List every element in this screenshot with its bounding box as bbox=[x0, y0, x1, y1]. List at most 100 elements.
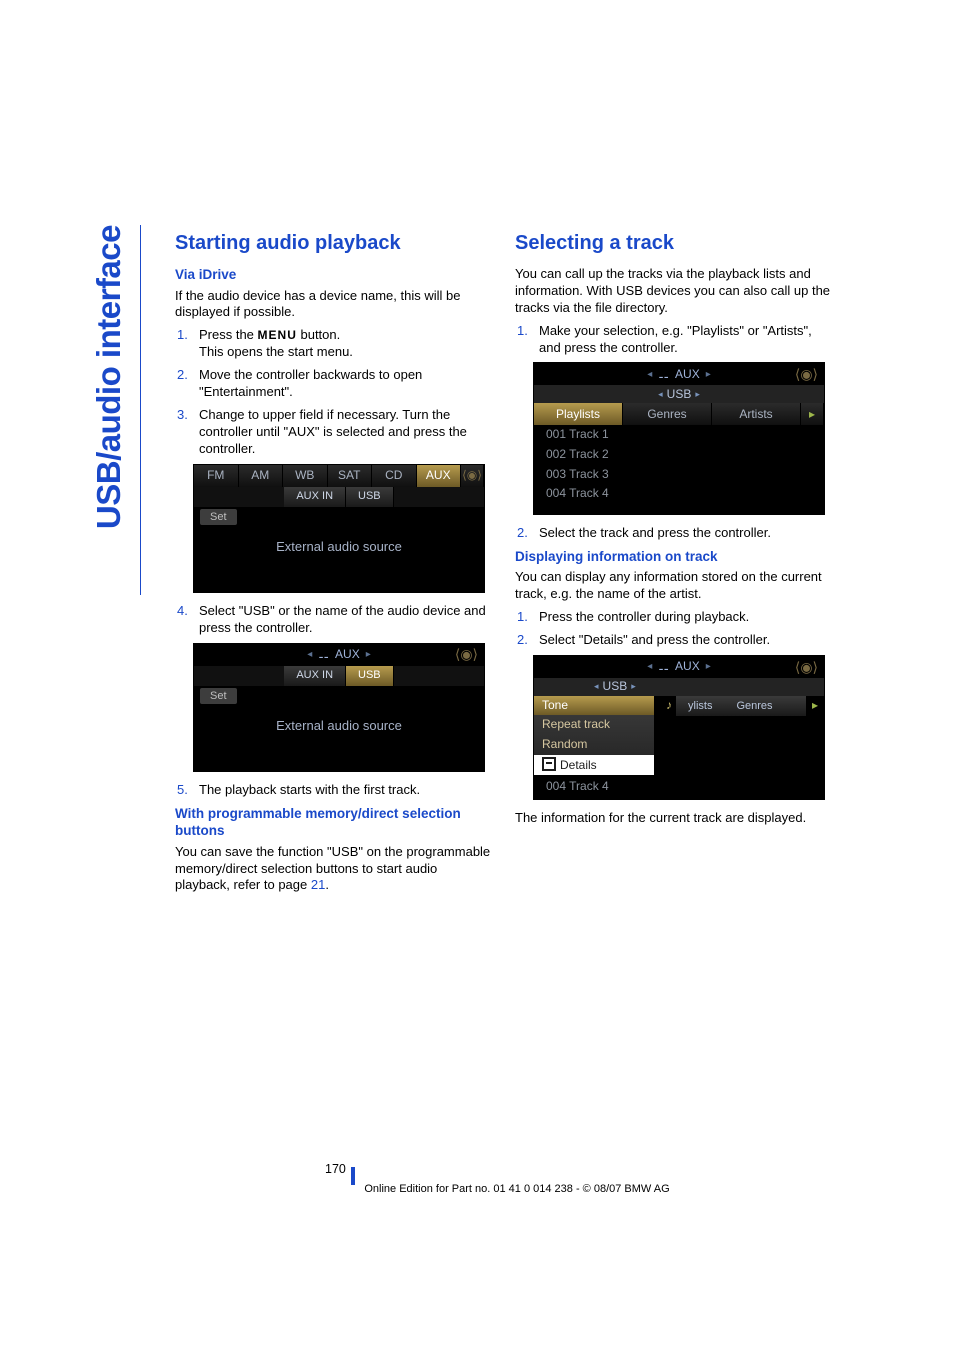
steps-selecting-2: Select the track and press the controlle… bbox=[515, 525, 833, 542]
step-3: Change to upper field if necessary. Turn… bbox=[199, 407, 493, 458]
play-arrow-icon: ▸ bbox=[801, 403, 824, 425]
menu-button-label: MENU bbox=[258, 328, 297, 342]
idrive-screenshot-playlists: ◂ ⚋ AUX ▸ ⟨◉⟩ ◂ USB ▸ Playlists Genres A… bbox=[533, 362, 825, 514]
right-arrow-icon: ▸ bbox=[366, 648, 371, 661]
subtab-usb: USB bbox=[346, 487, 394, 507]
left-arrow-icon: ◂ bbox=[647, 368, 652, 381]
side-tab-label: USB/audio interface bbox=[90, 225, 128, 529]
aux-subtabs-2: AUX IN USB bbox=[194, 666, 484, 686]
idrive-screenshot-usb-selected: ◂ ⚋ AUX ▸ ⟨◉⟩ AUX IN USB Set External au… bbox=[193, 643, 485, 772]
steps-display: Press the controller during playback. Se… bbox=[515, 609, 833, 649]
right-arrow-icon: ▸ bbox=[706, 660, 711, 673]
source-tab-row: FM AM WB SAT CD AUX ⟨◉⟩ bbox=[194, 465, 484, 487]
step-4: Select "USB" or the name of the audio de… bbox=[199, 603, 493, 637]
footer-copyright: Online Edition for Part no. 01 41 0 014 … bbox=[0, 1183, 954, 1195]
topbar-aux-label: AUX bbox=[675, 367, 700, 383]
subtab-auxin: AUX IN bbox=[284, 487, 346, 507]
subheading-via-idrive: Via iDrive bbox=[175, 266, 493, 284]
set-label: Set bbox=[200, 509, 237, 525]
external-audio-source-text-2: External audio source bbox=[194, 704, 484, 761]
step-2: Move the controller backwards to open "E… bbox=[199, 367, 493, 401]
menu-right-pane: ♪ ylists Genres ▸ bbox=[654, 696, 824, 775]
footer: 170 Online Edition for Part no. 01 41 0 … bbox=[0, 1162, 954, 1195]
disp-step-1: Press the controller during playback. bbox=[539, 609, 833, 626]
tab-playlists-selected: Playlists bbox=[534, 403, 623, 425]
menu-details-selected: Details bbox=[534, 755, 654, 776]
subbar-usb-label-2: USB bbox=[603, 679, 628, 695]
subbar-usb-2: ◂ USB ▸ bbox=[534, 678, 824, 696]
idrive-screenshot-details: ◂ ⚋ AUX ▸ ⟨◉⟩ ◂ USB ▸ Tone Repeat track … bbox=[533, 655, 825, 800]
para-display-info: You can display any information stored o… bbox=[515, 569, 833, 603]
page-number: 170 bbox=[270, 1162, 346, 1176]
topbar: ◂ ⚋ AUX ▸ ⟨◉⟩ bbox=[194, 644, 484, 666]
right-arrow-icon: ▸ bbox=[695, 389, 700, 401]
track-row: 004 Track 4 bbox=[534, 484, 824, 504]
details-icon bbox=[542, 757, 556, 771]
tab-genres-2: Genres bbox=[724, 696, 806, 716]
page-reference-21: 21 bbox=[311, 877, 325, 892]
gear-icon: ⟨◉⟩ bbox=[461, 465, 484, 487]
tab-fm: FM bbox=[194, 465, 239, 487]
music-note-icon: ♪ bbox=[654, 698, 676, 714]
left-arrow-icon: ◂ bbox=[307, 648, 312, 661]
left-arrow-icon: ◂ bbox=[658, 389, 663, 401]
play-arrow-icon: ▸ bbox=[806, 698, 824, 714]
topbar-aux-label: AUX bbox=[675, 659, 700, 675]
subheading-displaying-info: Displaying information on track bbox=[515, 548, 833, 566]
track-row: 002 Track 2 bbox=[534, 445, 824, 465]
subtab-usb-selected: USB bbox=[346, 666, 394, 686]
topbar-details: ◂ ⚋ AUX ▸ ⟨◉⟩ bbox=[534, 656, 824, 678]
para-prog-memory: You can save the function "USB" on the p… bbox=[175, 844, 493, 895]
para-info-displayed: The information for the current track ar… bbox=[515, 810, 833, 827]
car-icon: ⚋ bbox=[318, 647, 329, 663]
heading-starting-audio: Starting audio playback bbox=[175, 230, 493, 256]
steps-continued: Select "USB" or the name of the audio de… bbox=[175, 603, 493, 637]
right-arrow-icon: ▸ bbox=[706, 368, 711, 381]
details-body: Tone Repeat track Random Details ♪ ylist… bbox=[534, 696, 824, 775]
right-arrow-icon: ▸ bbox=[631, 681, 636, 693]
disp-step-2: Select "Details" and press the controlle… bbox=[539, 632, 833, 649]
track-row: 001 Track 1 bbox=[534, 425, 824, 445]
left-arrow-icon: ◂ bbox=[594, 681, 599, 693]
tab-ylists: ylists bbox=[676, 696, 724, 716]
topbar-aux-label: AUX bbox=[335, 647, 360, 663]
subheading-prog-memory: With programmable memory/direct selectio… bbox=[175, 805, 493, 840]
sel-step-1: Make your selection, e.g. "Playlists" or… bbox=[539, 323, 833, 357]
subtab-auxin-2: AUX IN bbox=[284, 666, 346, 686]
menu-tone: Tone bbox=[534, 696, 654, 716]
track-row: 003 Track 3 bbox=[534, 465, 824, 485]
tab-aux-selected: AUX bbox=[417, 465, 462, 487]
steps-selecting: Make your selection, e.g. "Playlists" or… bbox=[515, 323, 833, 357]
topbar-playlists: ◂ ⚋ AUX ▸ ⟨◉⟩ bbox=[534, 363, 824, 385]
set-label-2: Set bbox=[200, 688, 237, 704]
track-list: 001 Track 1 002 Track 2 003 Track 3 004 … bbox=[534, 425, 824, 513]
tab-artists: Artists bbox=[712, 403, 801, 425]
menu-random: Random bbox=[534, 735, 654, 755]
left-arrow-icon: ◂ bbox=[647, 660, 652, 673]
idrive-screenshot-aux-tabs: FM AM WB SAT CD AUX ⟨◉⟩ AUX IN USB Set E… bbox=[193, 464, 485, 593]
aux-subtabs: AUX IN USB bbox=[194, 487, 484, 507]
para-callup-tracks: You can call up the tracks via the playb… bbox=[515, 266, 833, 317]
gear-icon: ⟨◉⟩ bbox=[455, 645, 478, 663]
car-icon: ⚋ bbox=[658, 659, 669, 675]
subbar-usb-label: USB bbox=[667, 387, 692, 403]
footer-bar-icon bbox=[351, 1167, 355, 1185]
right-column: Selecting a track You can call up the tr… bbox=[515, 230, 833, 900]
track-row-bottom: 004 Track 4 bbox=[534, 775, 824, 799]
left-column: Starting audio playback Via iDrive If th… bbox=[175, 230, 493, 900]
subbar-usb: ◂ USB ▸ bbox=[534, 385, 824, 403]
two-column-layout: Starting audio playback Via iDrive If th… bbox=[175, 230, 864, 900]
tab-cd: CD bbox=[372, 465, 417, 487]
para-device-name: If the audio device has a device name, t… bbox=[175, 288, 493, 322]
steps-via-idrive: Press the MENU button. This opens the st… bbox=[175, 327, 493, 457]
step-1: Press the MENU button. This opens the st… bbox=[199, 327, 493, 361]
category-tabs: Playlists Genres Artists ▸ bbox=[534, 403, 824, 425]
gear-icon: ⟨◉⟩ bbox=[795, 658, 818, 676]
options-menu: Tone Repeat track Random Details bbox=[534, 696, 654, 775]
step-5: The playback starts with the first track… bbox=[199, 782, 493, 799]
menu-right-tabs: ♪ ylists Genres ▸ bbox=[654, 696, 824, 716]
menu-repeat: Repeat track bbox=[534, 715, 654, 735]
tab-wb: WB bbox=[283, 465, 328, 487]
page: USB/audio interface Starting audio playb… bbox=[0, 0, 954, 1350]
shot-body-2: Set External audio source bbox=[194, 686, 484, 771]
